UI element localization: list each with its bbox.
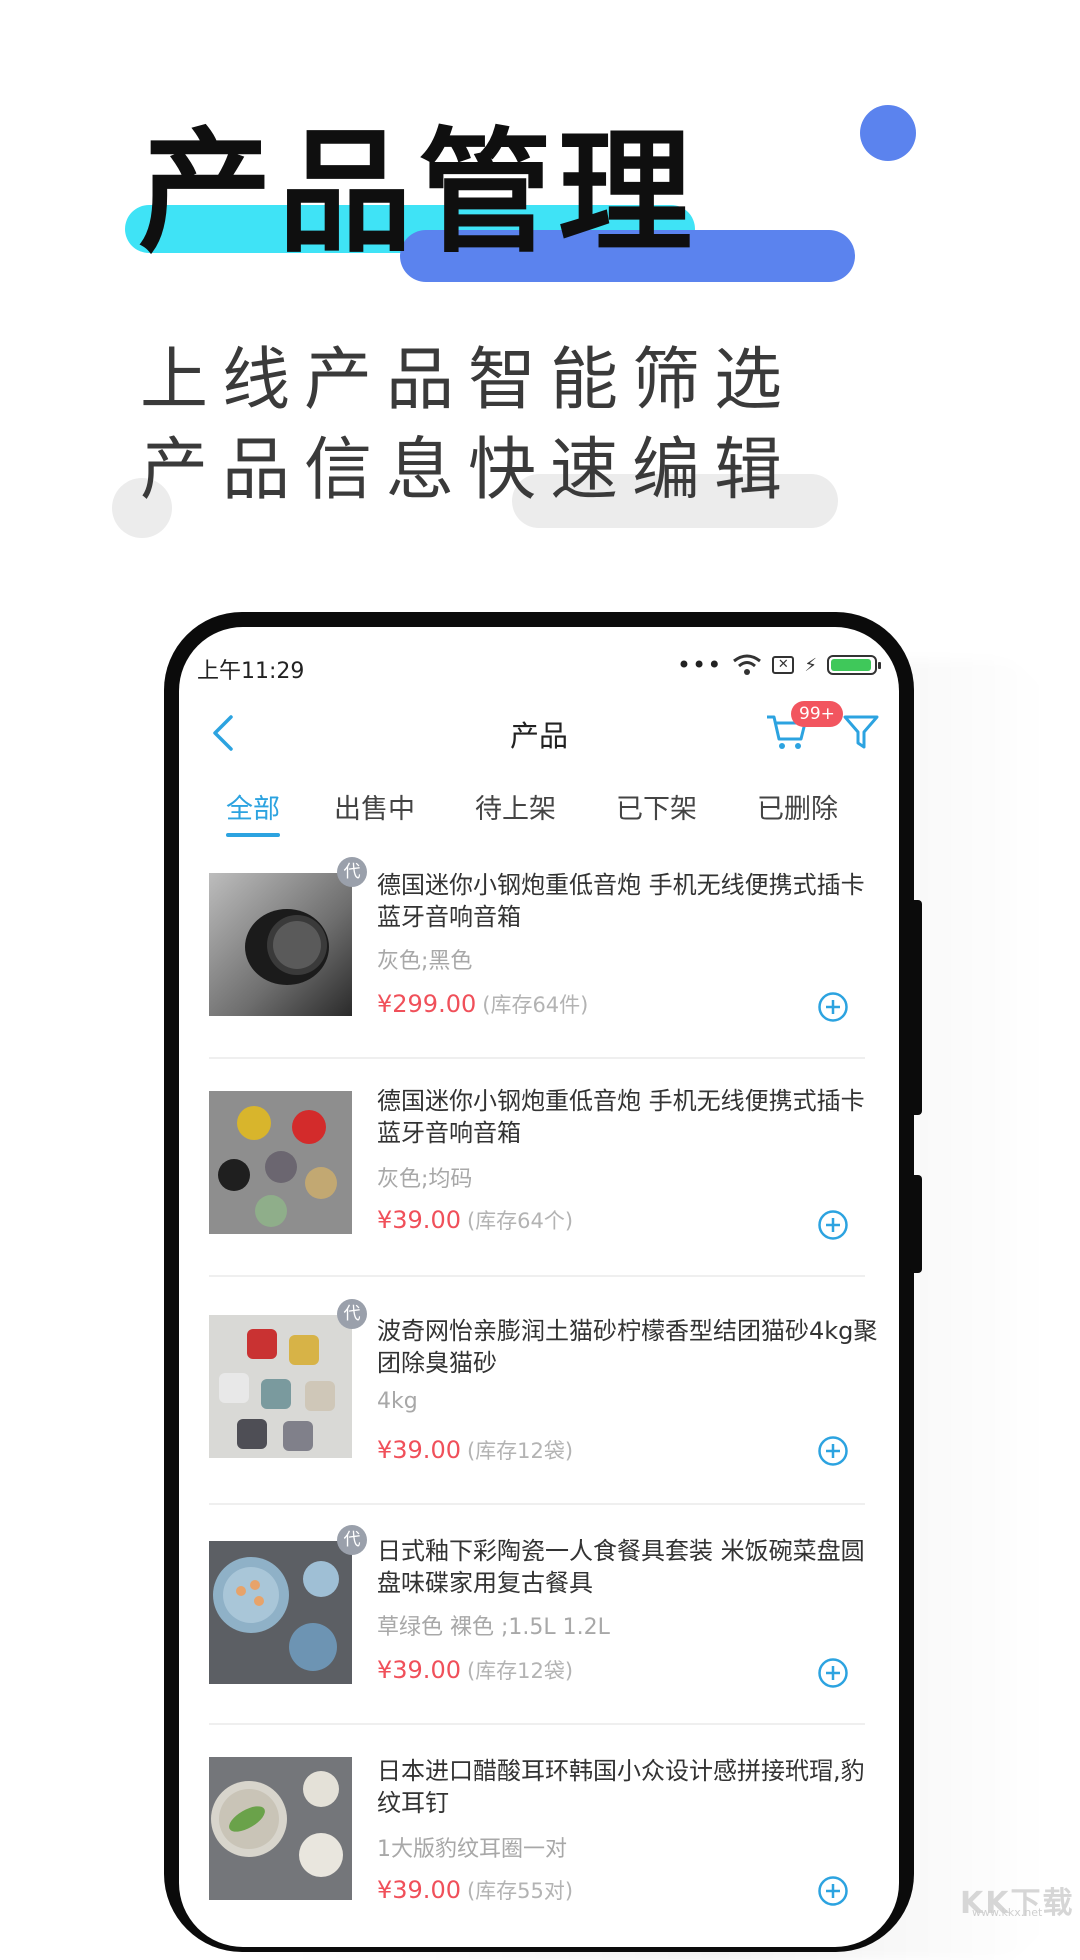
mugs-image [209, 1315, 352, 1458]
filter-icon[interactable] [841, 711, 881, 751]
product-stock: (库存12袋) [466, 1439, 574, 1463]
proxy-badge: 代 [337, 1525, 367, 1555]
product-spec: 灰色;黑色 [377, 949, 473, 974]
product-price: ¥39.00 [377, 1206, 461, 1234]
product-price: ¥39.00 [377, 1876, 461, 1904]
add-circle-icon[interactable] [817, 991, 849, 1023]
watermark-url: www.kkx.net [972, 1906, 1043, 1919]
product-price-row: ¥299.00 (库存64件) [377, 989, 588, 1019]
product-item[interactable]: 代 日式釉下彩陶瓷一人食餐具套装 米饭碗菜盘圆盘味碟家用复古餐具 草绿色 裸色 … [179, 1505, 899, 1725]
speaker-image [209, 873, 352, 1016]
product-price-row: ¥39.00 (库存64个) [377, 1205, 573, 1235]
product-stock: (库存12袋) [466, 1659, 574, 1683]
product-price-row: ¥39.00 (库存12袋) [377, 1655, 573, 1685]
product-price: ¥39.00 [377, 1656, 461, 1684]
wifi-icon [733, 654, 762, 675]
promo-subline-2: 产品信息快速编辑 [140, 431, 797, 510]
phone-screen: 上午11:29 ••• ✕ ⚡ 产品 99+ 全部 出售中 待上架 已下架 已删… [179, 627, 899, 1947]
product-price-row: ¥39.00 (库存55对) [377, 1875, 573, 1905]
decorative-blue-dot [860, 105, 916, 161]
product-title: 日式釉下彩陶瓷一人食餐具套装 米饭碗菜盘圆盘味碟家用复古餐具 [377, 1537, 865, 1597]
product-item[interactable]: 德国迷你小钢炮重低音炮 手机无线便携式插卡蓝牙音响音箱 灰色;均码 ¥39.00… [179, 1059, 899, 1279]
product-title: 德国迷你小钢炮重低音炮 手机无线便携式插卡蓝牙音响音箱 [377, 871, 865, 931]
product-item[interactable]: 代 德国迷你小钢炮重低音炮 手机无线便携式插卡蓝牙音响音箱 灰色;黑色 ¥299… [179, 841, 899, 1061]
add-circle-icon[interactable] [817, 1875, 849, 1907]
tab-delisted[interactable]: 已下架 [616, 787, 697, 826]
product-stock: (库存64个) [466, 1209, 574, 1233]
product-item[interactable]: 代 波奇网怡亲膨润土猫砂柠檬香型结团猫砂4kg聚团除臭猫砂 4kg ¥39.00… [179, 1279, 899, 1505]
tab-all[interactable]: 全部 [226, 787, 280, 826]
tab-pending[interactable]: 待上架 [475, 787, 556, 826]
status-bar: 上午11:29 ••• ✕ ⚡ [179, 627, 899, 687]
promo-subline-1: 上线产品智能筛选 [140, 341, 797, 420]
cups-image [209, 1091, 352, 1234]
product-item[interactable]: 日本进口醋酸耳环韩国小众设计感拼接玳瑁,豹纹耳钉 1大版豹纹耳圈一对 ¥39.0… [179, 1725, 899, 1945]
charging-icon: ⚡ [804, 654, 817, 676]
proxy-badge: 代 [337, 857, 367, 887]
nav-bar: 产品 99+ [179, 687, 899, 775]
product-spec: 1大版豹纹耳圈一对 [377, 1837, 567, 1862]
product-spec: 灰色;均码 [377, 1167, 473, 1192]
add-circle-icon[interactable] [817, 1657, 849, 1689]
product-title: 波奇网怡亲膨润土猫砂柠檬香型结团猫砂4kg聚团除臭猫砂 [377, 1317, 878, 1377]
status-icons: ••• ✕ ⚡ [676, 651, 881, 679]
phone-volume-button [910, 900, 922, 1115]
battery-icon [827, 655, 881, 675]
item-divider [209, 1275, 865, 1277]
cart-count-badge: 99+ [791, 701, 843, 727]
phone-power-button [910, 1175, 922, 1273]
product-price: ¥299.00 [377, 990, 477, 1018]
product-title: 日本进口醋酸耳环韩国小众设计感拼接玳瑁,豹纹耳钉 [377, 1757, 865, 1817]
tab-deleted[interactable]: 已删除 [757, 787, 838, 826]
plates-image [209, 1541, 352, 1684]
active-tab-indicator [226, 833, 280, 837]
dishes-image [209, 1757, 352, 1900]
no-sim-icon: ✕ [772, 656, 795, 674]
status-time: 上午11:29 [197, 659, 305, 684]
promo-headline: 产品管理 [138, 115, 699, 271]
product-price: ¥39.00 [377, 1436, 461, 1464]
tab-on-sale[interactable]: 出售中 [334, 787, 415, 826]
add-circle-icon[interactable] [817, 1209, 849, 1241]
product-spec: 草绿色 裸色 ;1.5L 1.2L [377, 1615, 610, 1640]
product-stock: (库存55对) [466, 1879, 574, 1903]
status-tabs: 全部 出售中 待上架 已下架 已删除 [179, 775, 899, 841]
proxy-badge: 代 [337, 1299, 367, 1329]
more-dots-icon: ••• [676, 651, 723, 679]
product-price-row: ¥39.00 (库存12袋) [377, 1435, 573, 1465]
add-circle-icon[interactable] [817, 1435, 849, 1467]
product-spec: 4kg [377, 1389, 418, 1414]
product-stock: (库存64件) [482, 993, 589, 1017]
product-title: 德国迷你小钢炮重低音炮 手机无线便携式插卡蓝牙音响音箱 [377, 1087, 865, 1147]
